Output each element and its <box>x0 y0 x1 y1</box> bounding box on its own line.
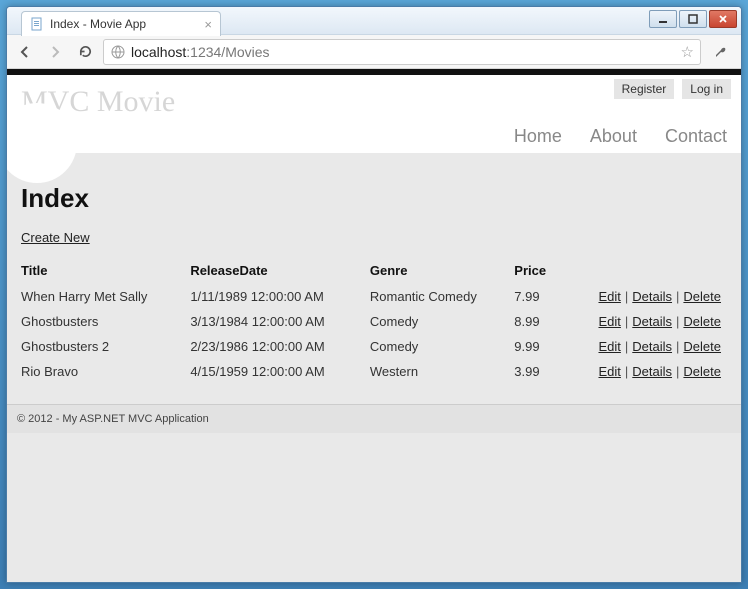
table-row: When Harry Met Sally 1/11/1989 12:00:00 … <box>21 284 727 309</box>
cell-actions: Edit|Details|Delete <box>563 334 727 359</box>
main-content: Index Create New Title ReleaseDate Genre… <box>7 153 741 404</box>
cell-genre: Romantic Comedy <box>370 284 514 309</box>
cell-title: Rio Bravo <box>21 359 190 384</box>
register-link[interactable]: Register <box>614 79 675 99</box>
edit-link[interactable]: Edit <box>598 339 620 354</box>
col-price: Price <box>514 259 562 284</box>
browser-toolbar: localhost:1234/Movies ☆ <box>7 35 741 69</box>
movies-table: Title ReleaseDate Genre Price When Harry… <box>21 259 727 384</box>
cell-price: 3.99 <box>514 359 562 384</box>
browser-tab[interactable]: Index - Movie App × <box>21 11 221 36</box>
cell-genre: Comedy <box>370 309 514 334</box>
cell-actions: Edit|Details|Delete <box>563 359 727 384</box>
delete-link[interactable]: Delete <box>683 314 721 329</box>
url-host: localhost <box>131 44 186 60</box>
maximize-button[interactable] <box>679 10 707 28</box>
details-link[interactable]: Details <box>632 314 672 329</box>
reload-button[interactable] <box>73 40 97 64</box>
cell-price: 8.99 <box>514 309 562 334</box>
back-button[interactable] <box>13 40 37 64</box>
window-controls <box>649 10 737 28</box>
globe-icon <box>110 44 126 60</box>
page-body: MVC Movie Register Log in Home About Con… <box>7 75 741 582</box>
nav-about[interactable]: About <box>590 126 637 147</box>
titlebar: Index - Movie App × <box>7 7 741 35</box>
cell-price: 7.99 <box>514 284 562 309</box>
nav-home[interactable]: Home <box>514 126 562 147</box>
cell-release: 3/13/1984 12:00:00 AM <box>190 309 370 334</box>
tab-close-icon[interactable]: × <box>204 17 212 32</box>
site-header: MVC Movie Register Log in Home About Con… <box>7 75 741 153</box>
table-header-row: Title ReleaseDate Genre Price <box>21 259 727 284</box>
site-footer: © 2012 - My ASP.NET MVC Application <box>7 404 741 433</box>
login-link[interactable]: Log in <box>682 79 731 99</box>
cell-title: When Harry Met Sally <box>21 284 190 309</box>
cell-release: 2/23/1986 12:00:00 AM <box>190 334 370 359</box>
edit-link[interactable]: Edit <box>598 364 620 379</box>
auth-links: Register Log in <box>614 79 731 99</box>
window-close-button[interactable] <box>709 10 737 28</box>
minimize-button[interactable] <box>649 10 677 28</box>
cell-title: Ghostbusters <box>21 309 190 334</box>
col-genre: Genre <box>370 259 514 284</box>
col-actions <box>563 259 727 284</box>
main-nav: Home About Contact <box>514 126 727 147</box>
nav-contact[interactable]: Contact <box>665 126 727 147</box>
settings-wrench-icon[interactable] <box>707 39 735 65</box>
edit-link[interactable]: Edit <box>598 289 620 304</box>
cell-genre: Comedy <box>370 334 514 359</box>
details-link[interactable]: Details <box>632 339 672 354</box>
create-new-link[interactable]: Create New <box>21 230 90 245</box>
cell-release: 1/11/1989 12:00:00 AM <box>190 284 370 309</box>
edit-link[interactable]: Edit <box>598 314 620 329</box>
page-favicon-icon <box>30 17 44 31</box>
cell-release: 4/15/1959 12:00:00 AM <box>190 359 370 384</box>
delete-link[interactable]: Delete <box>683 289 721 304</box>
cell-price: 9.99 <box>514 334 562 359</box>
address-bar[interactable]: localhost:1234/Movies ☆ <box>103 39 701 65</box>
table-row: Rio Bravo 4/15/1959 12:00:00 AM Western … <box>21 359 727 384</box>
details-link[interactable]: Details <box>632 364 672 379</box>
cell-actions: Edit|Details|Delete <box>563 284 727 309</box>
table-row: Ghostbusters 2 2/23/1986 12:00:00 AM Com… <box>21 334 727 359</box>
tab-title: Index - Movie App <box>50 17 146 31</box>
page-title: Index <box>21 183 727 214</box>
browser-window: Index - Movie App × <box>6 6 742 583</box>
cell-actions: Edit|Details|Delete <box>563 309 727 334</box>
table-row: Ghostbusters 3/13/1984 12:00:00 AM Comed… <box>21 309 727 334</box>
col-release: ReleaseDate <box>190 259 370 284</box>
cell-title: Ghostbusters 2 <box>21 334 190 359</box>
details-link[interactable]: Details <box>632 289 672 304</box>
delete-link[interactable]: Delete <box>683 364 721 379</box>
forward-button[interactable] <box>43 40 67 64</box>
cell-genre: Western <box>370 359 514 384</box>
bookmark-star-icon[interactable]: ☆ <box>681 43 694 61</box>
col-title: Title <box>21 259 190 284</box>
delete-link[interactable]: Delete <box>683 339 721 354</box>
url-path: :1234/Movies <box>186 44 269 60</box>
